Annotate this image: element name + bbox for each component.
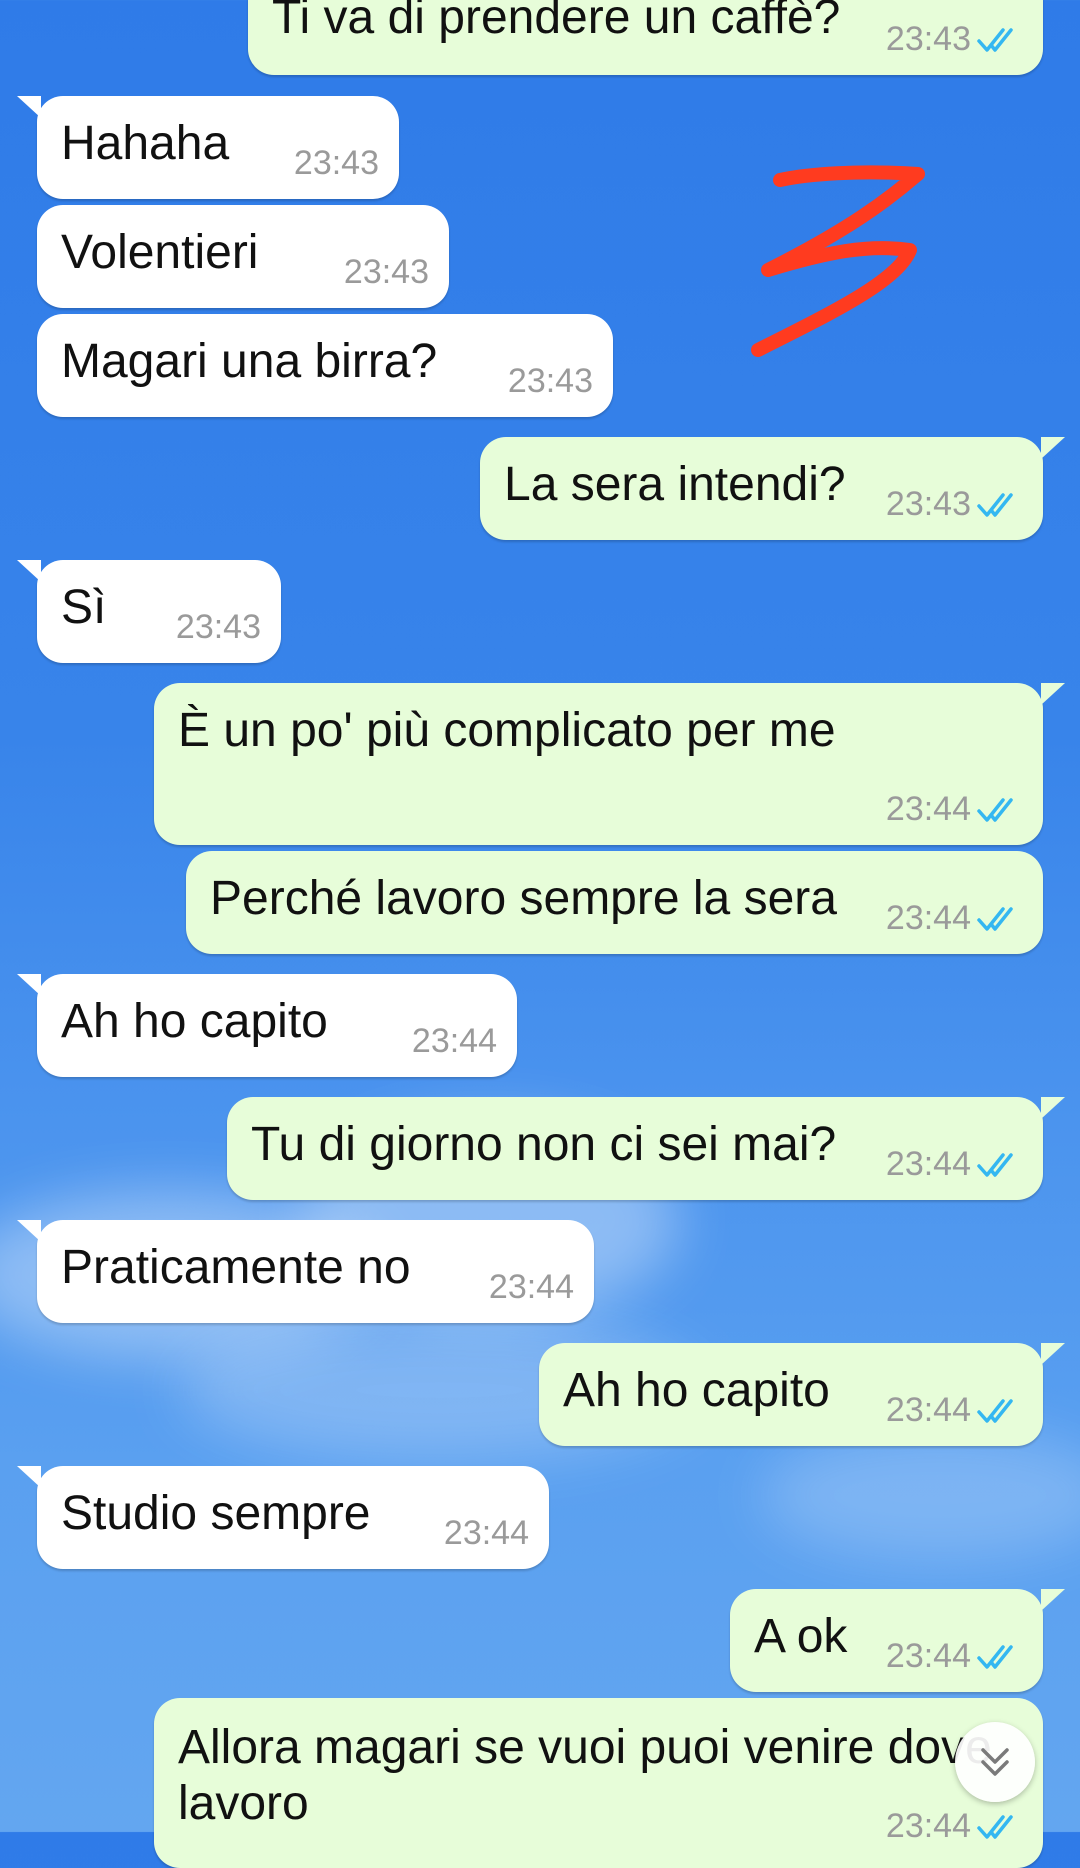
message-text: Sì xyxy=(61,581,107,634)
message-outgoing[interactable]: A ok 23:44 xyxy=(730,1589,1065,1692)
message-text: Volentieri xyxy=(61,226,259,279)
message-timestamp: 23:44 xyxy=(886,790,1021,829)
message-timestamp: 23:43 xyxy=(886,485,1021,524)
message-text: Praticamente no xyxy=(61,1241,411,1294)
message-timestamp: 23:43 xyxy=(886,20,1021,59)
message-outgoing[interactable]: È un po' più complicato per me 23:44 xyxy=(154,683,1065,845)
double-check-icon xyxy=(977,1814,1013,1839)
double-check-icon xyxy=(977,492,1013,517)
message-text: Hahaha xyxy=(61,117,230,170)
double-check-icon xyxy=(977,1398,1013,1423)
message-incoming[interactable]: Volentieri 23:43 xyxy=(37,205,449,308)
message-timestamp: 23:43 xyxy=(507,362,593,400)
double-check-icon xyxy=(977,906,1013,931)
message-text: Studio sempre xyxy=(61,1487,371,1540)
message-text: A ok xyxy=(754,1610,848,1663)
message-timestamp: 23:44 xyxy=(886,1145,1021,1184)
message-timestamp: 23:43 xyxy=(175,608,261,646)
message-incoming[interactable]: Hahaha 23:43 xyxy=(17,96,399,199)
message-incoming[interactable]: Sì 23:43 xyxy=(17,560,281,663)
message-timestamp: 23:43 xyxy=(343,253,429,291)
double-check-icon xyxy=(977,797,1013,822)
message-outgoing[interactable]: Ah ho capito 23:44 xyxy=(539,1343,1065,1446)
message-incoming[interactable]: Ah ho capito 23:44 xyxy=(17,974,517,1077)
message-incoming[interactable]: Magari una birra? 23:43 xyxy=(37,314,613,417)
message-text: Tu di giorno non ci sei mai? xyxy=(251,1118,837,1171)
message-text: Ah ho capito xyxy=(61,995,328,1048)
message-text: Magari una birra? xyxy=(61,335,438,388)
double-check-icon xyxy=(977,1152,1013,1177)
message-outgoing[interactable]: Perché lavoro sempre la sera 23:44 xyxy=(186,851,1043,954)
message-incoming[interactable]: Studio sempre 23:44 xyxy=(17,1466,549,1569)
message-timestamp: 23:44 xyxy=(488,1268,574,1306)
scroll-to-bottom-button[interactable] xyxy=(955,1722,1035,1802)
message-text-line-2: lavoro xyxy=(178,1777,309,1830)
message-incoming[interactable]: Praticamente no 23:44 xyxy=(17,1220,594,1323)
message-timestamp: 23:44 xyxy=(886,1637,1021,1676)
message-text: È un po' più complicato per me xyxy=(178,704,836,757)
message-text: Ti va di prendere un caffè? xyxy=(272,0,841,44)
message-timestamp: 23:43 xyxy=(293,144,379,182)
double-check-icon xyxy=(977,1644,1013,1669)
message-timestamp: 23:44 xyxy=(886,899,1021,938)
message-text: La sera intendi? xyxy=(504,458,846,511)
message-timestamp: 23:44 xyxy=(886,1807,1021,1846)
double-chevron-down-icon xyxy=(981,1748,1009,1776)
red-scribble-annotation xyxy=(751,165,925,357)
message-text: Perché lavoro sempre la sera xyxy=(210,872,837,925)
message-outgoing[interactable]: Ti va di prendere un caffè? 23:43 xyxy=(248,0,1043,75)
message-outgoing[interactable]: La sera intendi? 23:43 xyxy=(480,437,1065,540)
message-timestamp: 23:44 xyxy=(443,1514,529,1552)
message-timestamp: 23:44 xyxy=(886,1391,1021,1430)
message-text: Allora magari se vuoi puoi venire dove xyxy=(178,1721,992,1774)
message-timestamp: 23:44 xyxy=(411,1022,497,1060)
message-text: Ah ho capito xyxy=(563,1364,830,1417)
message-outgoing[interactable]: Allora magari se vuoi puoi venire dove l… xyxy=(154,1698,1043,1868)
message-outgoing[interactable]: Tu di giorno non ci sei mai? 23:44 xyxy=(227,1097,1065,1200)
double-check-icon xyxy=(977,27,1013,52)
